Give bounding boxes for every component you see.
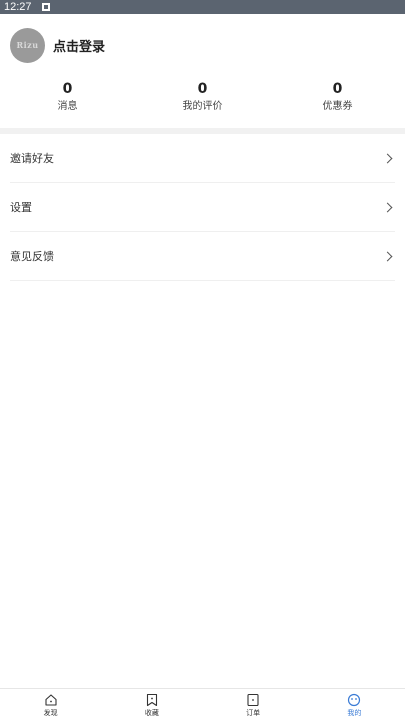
menu-item-settings[interactable]: 设置	[10, 183, 395, 232]
stat-label: 我的评价	[182, 101, 223, 112]
menu-item-label: 邀请好友	[10, 152, 54, 165]
nav-item-orders[interactable]: 订单	[203, 689, 304, 720]
bottom-nav: 发现 收藏 订单 我的	[0, 688, 405, 720]
stat-coupons[interactable]: 0 优惠券	[270, 80, 405, 120]
smiley-icon	[348, 693, 361, 707]
chevron-right-icon	[382, 153, 393, 163]
stat-value: 0	[62, 81, 73, 97]
order-icon	[247, 693, 259, 707]
login-row[interactable]: Rizu 点击登录	[10, 27, 105, 63]
stat-messages[interactable]: 0 消息	[0, 80, 135, 120]
stat-label: 优惠券	[322, 101, 353, 112]
bookmark-icon	[146, 693, 157, 707]
avatar[interactable]: Rizu	[10, 27, 45, 63]
chevron-right-icon	[382, 251, 393, 261]
menu-list: 邀请好友 设置 意见反馈	[0, 134, 405, 281]
menu-item-label: 意见反馈	[10, 250, 54, 263]
menu-item-label: 设置	[10, 201, 32, 214]
nav-label: 发现	[43, 709, 58, 717]
stats-row: 0 消息 0 我的评价 0 优惠券	[0, 80, 405, 120]
nav-label: 收藏	[144, 709, 159, 717]
login-label[interactable]: 点击登录	[53, 36, 105, 55]
nav-item-favorites[interactable]: 收藏	[101, 689, 202, 720]
stat-reviews[interactable]: 0 我的评价	[135, 80, 270, 120]
house-icon	[45, 694, 57, 706]
image-notification-icon	[41, 3, 50, 11]
menu-item-feedback[interactable]: 意见反馈	[10, 232, 395, 281]
nav-item-discover[interactable]: 发现	[0, 689, 101, 720]
chevron-right-icon	[382, 202, 393, 212]
avatar-text: Rizu	[16, 40, 39, 50]
profile-page: 12:27 Rizu 点击登录 0 消息 0 我的评价 0 优惠券 邀请好友 设…	[0, 0, 405, 720]
status-bar: 12:27	[0, 0, 405, 14]
nav-label: 我的	[347, 709, 362, 717]
stat-value: 0	[332, 81, 343, 97]
menu-item-invite-friends[interactable]: 邀请好友	[10, 134, 395, 183]
stat-value: 0	[197, 81, 208, 97]
status-time: 12:27	[4, 1, 32, 13]
stat-label: 消息	[57, 101, 78, 112]
nav-label: 订单	[246, 709, 261, 717]
nav-item-mine[interactable]: 我的	[304, 689, 405, 720]
